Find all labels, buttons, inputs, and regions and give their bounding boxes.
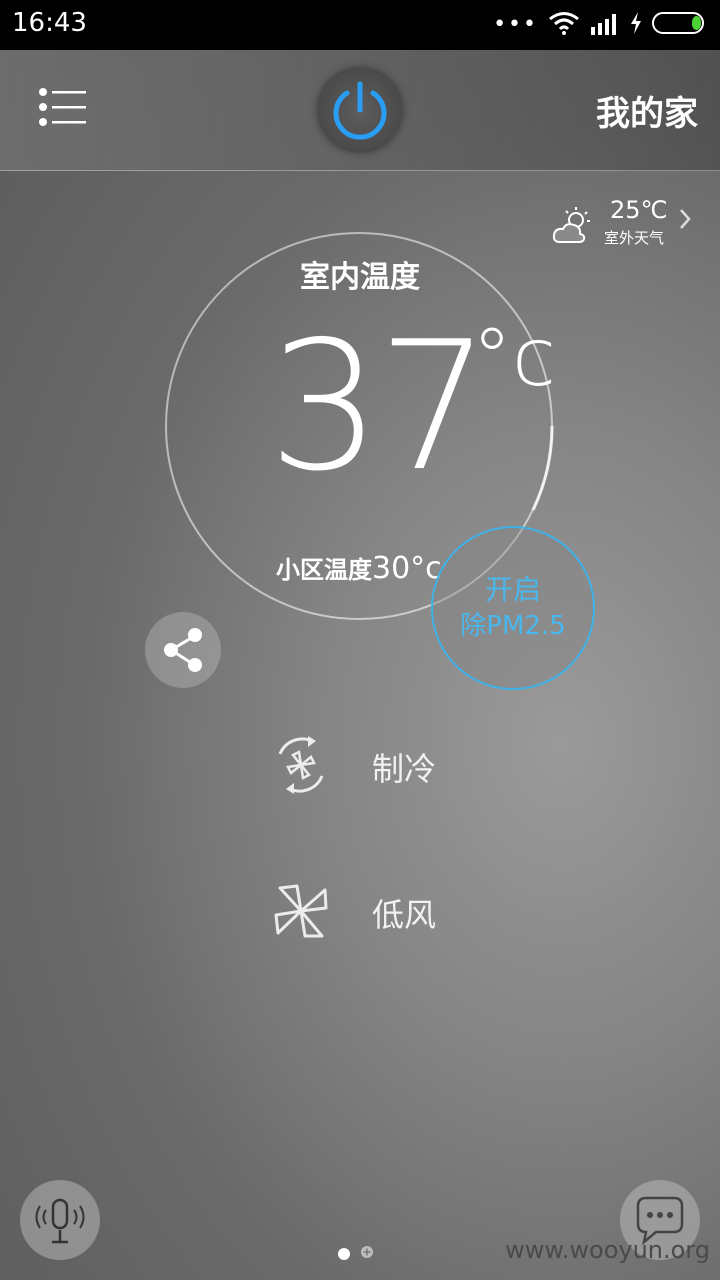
battery-icon [652,11,708,39]
partly-cloudy-icon [552,206,594,250]
watermark: www.wooyun.org [505,1236,710,1264]
more-dots: ••• [493,12,538,37]
page-dot-active [338,1247,350,1260]
charging-icon [630,12,642,38]
menu-button[interactable] [38,86,88,130]
outdoor-temp: 25℃ [610,196,668,224]
power-icon [333,81,387,140]
header-bar: 我的家 [0,50,720,171]
wifi-icon [548,11,580,39]
community-temp-value: 30°c [372,551,442,586]
share-icon [164,628,202,672]
mode-cooling-button[interactable]: 制冷 [270,732,490,802]
signal-icon [590,11,620,39]
pm25-button[interactable]: 开启 除PM2.5 [431,526,595,690]
community-temp: 小区温度30°c [276,550,442,586]
add-page-icon[interactable] [360,1244,374,1263]
community-temp-label: 小区温度 [276,556,372,584]
cooling-mode-icon [270,732,332,802]
outdoor-label: 室外天气 [604,229,665,247]
power-button[interactable] [317,67,403,153]
mode-label: 制冷 [372,750,437,788]
microphone-icon [35,1198,85,1244]
status-icons: ••• [493,10,708,40]
share-button[interactable] [145,612,221,688]
status-time: 16:43 [12,8,87,38]
pm25-button-line1: 开启 [484,573,541,606]
list-menu-icon [39,88,86,126]
pm25-button-line2: 除PM2.5 [460,611,566,641]
fan-icon [270,878,332,948]
indoor-temp-unit: °c [472,311,556,404]
chevron-right-icon [678,208,692,234]
indoor-temp-label: 室内温度 [300,260,420,295]
outdoor-weather[interactable]: 25℃ 室外天气 [552,196,702,252]
voice-button[interactable] [20,1180,100,1260]
indoor-temp-value: 37 [268,303,490,510]
status-bar: 16:43 ••• [0,0,720,50]
fan-speed-button[interactable]: 低风 [270,878,490,948]
fan-speed-label: 低风 [372,896,437,934]
home-title[interactable]: 我的家 [596,86,698,135]
page-indicator [338,1244,374,1263]
